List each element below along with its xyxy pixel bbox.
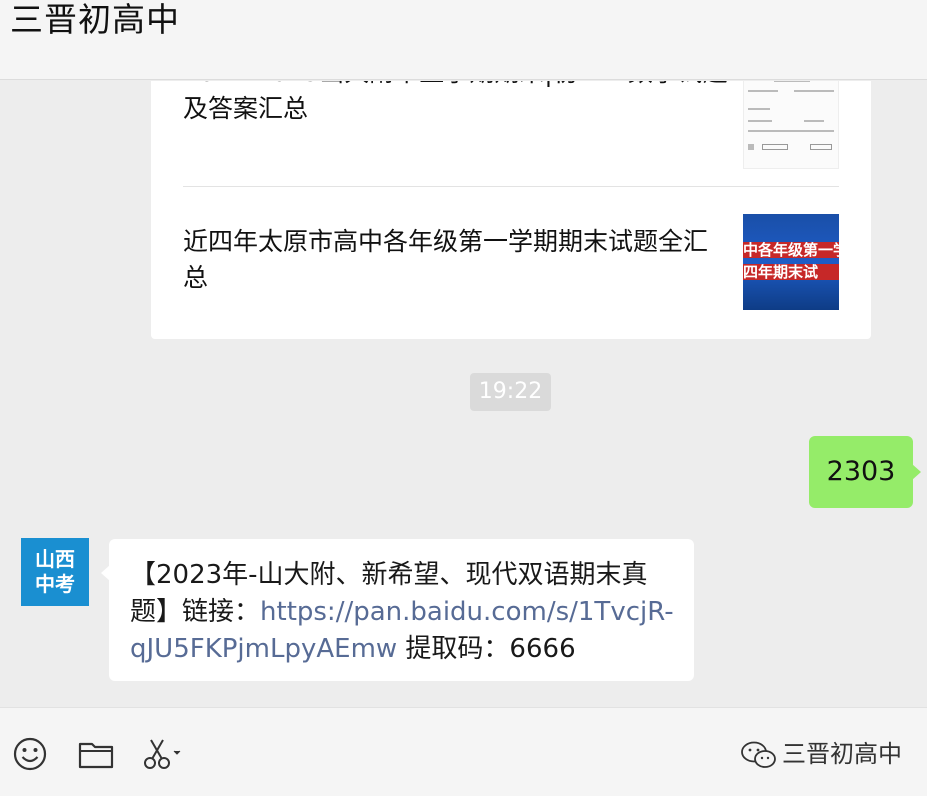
thumbnail-text: 四年期末试 — [743, 263, 819, 281]
chat-area[interactable]: 2022-2023山大附中上学期期末|初一二数学试题及答案汇总 近四年太原市高中… — [0, 81, 927, 707]
thumbnail-text: 中各年级第一学 — [743, 241, 839, 259]
scissors-icon[interactable] — [140, 736, 184, 772]
article-item[interactable]: 近四年太原市高中各年级第一学期期末试题全汇总 中各年级第一学 四年期末试 — [183, 214, 839, 310]
wechat-icon — [740, 740, 778, 770]
article-title[interactable]: 近四年太原市高中各年级第一学期期末试题全汇总 — [183, 224, 731, 296]
smiley-icon[interactable] — [12, 736, 48, 772]
avatar[interactable]: 山西 中考 — [21, 538, 89, 606]
exam-paper-thumbnail[interactable] — [743, 81, 839, 169]
avatar-line: 中考 — [35, 572, 75, 596]
article-title[interactable]: 2022-2023山大附中上学期期末|初一二数学试题及答案汇总 — [183, 81, 731, 127]
message-timestamp: 19:22 — [470, 373, 551, 411]
message-text: 2303 — [826, 456, 896, 487]
outgoing-message-bubble[interactable]: 2303 — [809, 436, 921, 508]
bubble-tail — [912, 464, 921, 480]
article-divider — [183, 186, 839, 187]
chat-title: 三晋初高中 — [10, 0, 180, 39]
blue-banner-thumbnail[interactable]: 中各年级第一学 四年期末试 — [743, 214, 839, 310]
avatar-line: 山西 — [35, 547, 75, 571]
incoming-message-bubble[interactable]: 【2023年-山大附、新希望、现代双语期末真题】链接：https://pan.b… — [101, 539, 694, 681]
bubble-tail — [101, 565, 110, 581]
folder-icon[interactable] — [78, 736, 114, 772]
article-item[interactable]: 2022-2023山大附中上学期期末|初一二数学试题及答案汇总 — [183, 81, 839, 169]
article-card: 2022-2023山大附中上学期期末|初一二数学试题及答案汇总 近四年太原市高中… — [151, 81, 871, 339]
watermark-text: 三晋初高中 — [782, 740, 902, 768]
title-bar: 三晋初高中 — [0, 0, 927, 80]
input-toolbar: 三晋初高中 — [0, 707, 927, 796]
account-watermark: 三晋初高中 — [740, 736, 902, 772]
message-text: 提取码：6666 — [397, 634, 576, 664]
